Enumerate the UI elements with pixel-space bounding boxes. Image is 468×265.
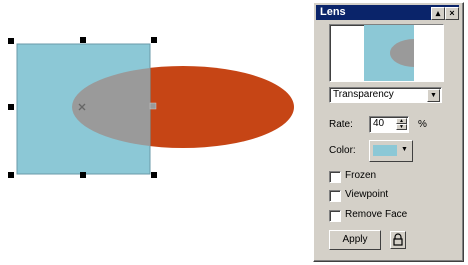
pin-button[interactable]: ▴ xyxy=(431,7,445,20)
rate-unit: % xyxy=(418,119,427,130)
viewpoint-label: Viewpoint xyxy=(345,189,389,200)
lens-type-select[interactable]: Transparency ▼ xyxy=(329,87,442,103)
node-handle[interactable] xyxy=(149,102,157,110)
frozen-checkbox[interactable] xyxy=(329,171,341,183)
spin-down-icon[interactable]: ▼ xyxy=(396,124,407,130)
frozen-label: Frozen xyxy=(345,170,377,181)
handle-middle-left[interactable] xyxy=(8,104,14,110)
color-picker-button[interactable]: ▼ xyxy=(369,140,413,162)
color-label: Color: xyxy=(329,145,356,156)
lock-icon xyxy=(393,233,403,246)
chevron-down-icon: ▼ xyxy=(401,146,408,153)
lens-type-value: Transparency xyxy=(333,89,394,100)
rate-value: 40 xyxy=(373,118,385,129)
lens-panel: Lens ▴ × Transparency ▼ Rate: 40 ▲ ▼ % C… xyxy=(313,2,464,262)
apply-button[interactable]: Apply xyxy=(329,230,381,250)
handle-bottom-center[interactable] xyxy=(80,172,86,178)
rate-input[interactable]: 40 ▲ ▼ xyxy=(369,116,409,133)
handle-top-right[interactable] xyxy=(151,37,157,43)
handle-bottom-left[interactable] xyxy=(8,172,14,178)
drawing-canvas[interactable] xyxy=(0,0,312,265)
viewpoint-checkbox[interactable] xyxy=(329,190,341,202)
rate-spinner[interactable]: ▲ ▼ xyxy=(396,118,407,131)
preview-image xyxy=(364,25,443,81)
handle-bottom-right[interactable] xyxy=(151,172,157,178)
rate-label: Rate: xyxy=(329,119,353,130)
lens-titlebar[interactable]: Lens ▴ × xyxy=(316,5,459,20)
handle-top-center[interactable] xyxy=(80,37,86,43)
color-swatch xyxy=(373,145,397,156)
close-button[interactable]: × xyxy=(445,7,459,20)
remove-face-label: Remove Face xyxy=(345,209,408,220)
remove-face-checkbox[interactable] xyxy=(329,210,341,222)
chevron-down-icon[interactable]: ▼ xyxy=(427,89,440,102)
handle-top-left[interactable] xyxy=(8,38,14,44)
lens-title: Lens xyxy=(320,6,346,18)
lock-button[interactable] xyxy=(390,231,406,249)
lens-preview xyxy=(329,24,444,82)
